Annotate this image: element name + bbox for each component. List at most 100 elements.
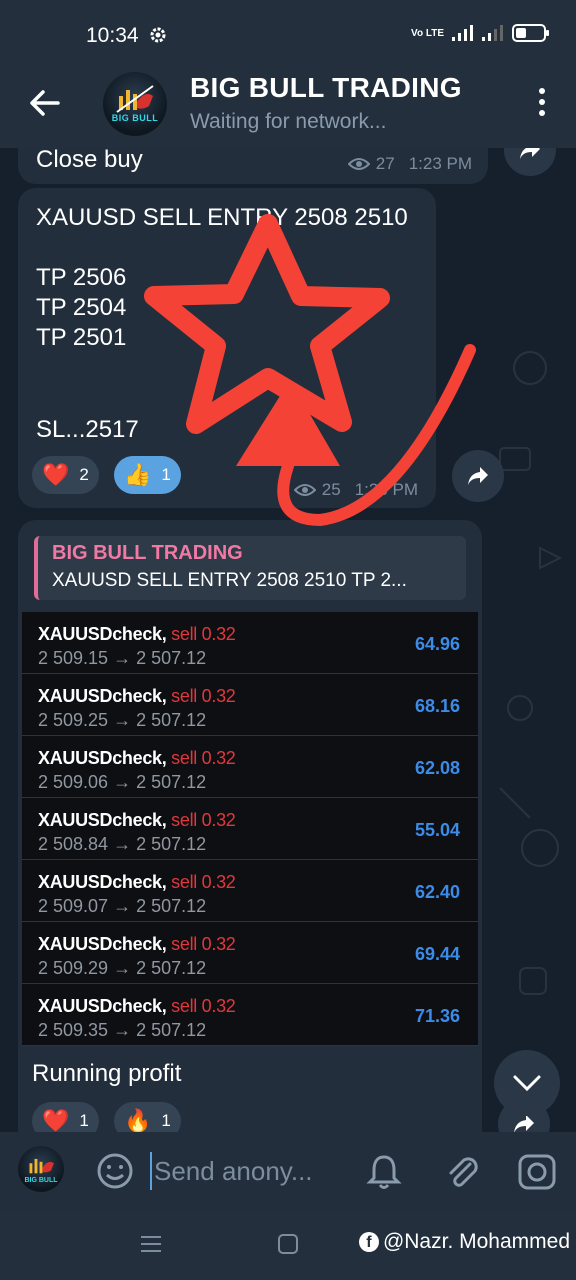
message-input-bar: BIG BULL (0, 1132, 576, 1210)
attach-paperclip-icon[interactable] (442, 1152, 482, 1192)
recent-apps-icon[interactable] (140, 1234, 162, 1254)
signal-sl-line: SL...2517 (36, 416, 139, 443)
reaction-count: 2 (79, 465, 89, 484)
reaction-heart[interactable]: ❤️ 2 (32, 456, 99, 494)
channel-title[interactable]: BIG BULL TRADING (190, 72, 462, 104)
channel-avatar[interactable]: BIG BULL (103, 72, 167, 136)
trade-symbol: XAUUSDcheck, sell 0.32 (38, 810, 236, 831)
trade-profit: 64.96 (414, 634, 460, 654)
back-arrow-icon[interactable] (28, 86, 62, 120)
reply-quote-text: XAUUSD SELL ENTRY 2508 2510 TP 2... (52, 570, 407, 591)
channel-status: Waiting for network... (190, 110, 387, 133)
settings-gear-icon (150, 27, 166, 43)
bell-icon[interactable] (364, 1152, 404, 1192)
message-time: 1:26 PM (354, 480, 418, 499)
watermark-credit: f @Nazr. Mohammed (358, 1230, 570, 1254)
trade-symbol-name: XAUUSDcheck, (38, 934, 167, 954)
share-arrow-icon (468, 467, 488, 485)
bull-logo-icon (29, 1158, 54, 1174)
fire-emoji-icon: 🔥 (124, 1108, 152, 1132)
trade-prices: 2 509.07 → 2 507.12 (38, 896, 207, 916)
bull-logo-icon (116, 85, 154, 113)
camera-icon[interactable] (516, 1152, 558, 1192)
trade-screenshot[interactable]: XAUUSDcheck, sell 0.32 2 509.15 → 2 507.1… (22, 612, 478, 1046)
trade-prices: 2 509.29 → 2 507.12 (38, 958, 207, 978)
trade-side: sell 0.32 (171, 934, 236, 954)
credit-text: @Nazr. Mohammed (382, 1230, 570, 1253)
trade-side: sell 0.32 (171, 872, 236, 892)
message-meta: 25 1:26 PM (293, 480, 418, 500)
message-time: 1:23 PM (408, 154, 472, 173)
trade-prices: 2 509.35 → 2 507.12 (38, 1020, 207, 1040)
message-bubble-signal[interactable]: XAUUSD SELL ENTRY 2508 2510 TP 2506 TP 2… (18, 188, 436, 508)
message-input[interactable] (150, 1152, 350, 1190)
reply-quote[interactable]: BIG BULL TRADING XAUUSD SELL ENTRY 2508 … (34, 536, 466, 600)
send-as-avatar[interactable]: BIG BULL (18, 1146, 64, 1192)
trade-profit: 62.08 (414, 758, 460, 778)
trade-row: XAUUSDcheck, sell 0.32 2 509.35 → 2 507.1… (22, 984, 478, 1046)
scroll-down-button[interactable] (494, 1050, 560, 1116)
signal-icon-2 (482, 25, 503, 41)
reaction-heart[interactable]: ❤️ 1 (32, 1102, 99, 1132)
signal-tp-line: TP 2504 (36, 294, 127, 321)
trade-symbol: XAUUSDcheck, sell 0.32 (38, 686, 236, 707)
system-nav-bar: f @Nazr. Mohammed (0, 1210, 576, 1280)
trade-row: XAUUSDcheck, sell 0.32 2 509.07 → 2 507.1… (22, 860, 478, 922)
heart-emoji-icon: ❤️ (42, 1108, 70, 1132)
trade-symbol-name: XAUUSDcheck, (38, 810, 167, 830)
trade-symbol: XAUUSDcheck, sell 0.32 (38, 996, 236, 1017)
trade-row: XAUUSDcheck, sell 0.32 2 509.06 → 2 507.1… (22, 736, 478, 798)
trade-row: XAUUSDcheck, sell 0.32 2 509.15 → 2 507.1… (22, 612, 478, 674)
trade-profit: 68.16 (414, 696, 460, 716)
trade-row: XAUUSDcheck, sell 0.32 2 509.29 → 2 507.1… (22, 922, 478, 984)
heart-emoji-icon: ❤️ (42, 462, 70, 487)
emoji-icon[interactable] (96, 1152, 134, 1190)
signal-tp-line: TP 2501 (36, 324, 127, 351)
reaction-count: 1 (161, 465, 171, 484)
views-eye-icon (293, 484, 316, 496)
trade-symbol-name: XAUUSDcheck, (38, 996, 167, 1016)
chevron-down-icon (513, 1075, 541, 1092)
message-text: Close buy (36, 148, 143, 173)
avatar-label: BIG BULL (24, 1177, 58, 1184)
trade-side: sell 0.32 (171, 686, 236, 706)
status-time: 10:34 (86, 24, 139, 47)
trade-symbol: XAUUSDcheck, sell 0.32 (38, 872, 236, 893)
trade-prices: 2 509.06 → 2 507.12 (38, 772, 207, 792)
trade-prices: 2 509.15 → 2 507.12 (38, 648, 207, 668)
signal-icon (452, 25, 473, 41)
reaction-fire[interactable]: 🔥 1 (114, 1102, 181, 1132)
facebook-icon: f (358, 1232, 379, 1252)
trade-symbol: XAUUSDcheck, sell 0.32 (38, 934, 236, 955)
views-eye-icon (347, 158, 370, 170)
trade-row: XAUUSDcheck, sell 0.32 2 508.84 → 2 507.1… (22, 798, 478, 860)
battery-icon (512, 24, 549, 42)
views-count: 27 (375, 154, 395, 173)
share-arrow-icon (520, 148, 540, 159)
views-count: 25 (321, 480, 341, 499)
message-bubble-profit[interactable]: BIG BULL TRADING XAUUSD SELL ENTRY 2508 … (18, 520, 482, 1132)
message-caption: Running profit (32, 1060, 182, 1087)
home-button[interactable] (278, 1234, 298, 1254)
trade-symbol: XAUUSDcheck, sell 0.32 (38, 748, 236, 769)
trade-side: sell 0.32 (171, 810, 236, 830)
message-list[interactable]: Close buy 27 1:23 PM XAUUSD SELL ENTRY 2… (0, 148, 576, 1132)
signal-tp-line: TP 2506 (36, 264, 127, 291)
reaction-thumbs-up[interactable]: 👍 1 (114, 456, 181, 494)
trade-symbol-name: XAUUSDcheck, (38, 624, 167, 644)
volte-indicator: Vo LTE (411, 27, 444, 39)
message-bubble-close-buy[interactable]: Close buy 27 1:23 PM (18, 148, 488, 184)
trade-side: sell 0.32 (171, 996, 236, 1016)
trade-profit: 69.44 (414, 944, 460, 964)
reply-quote-title: BIG BULL TRADING (52, 542, 243, 564)
more-options-icon[interactable] (538, 88, 546, 118)
status-icons: Vo LTE (411, 24, 549, 42)
thumbs-up-emoji-icon: 👍 (124, 462, 152, 487)
trade-side: sell 0.32 (171, 748, 236, 768)
avatar-label: BIG BULL (111, 113, 159, 123)
forward-button[interactable] (452, 450, 504, 502)
trade-profit: 71.36 (414, 1006, 460, 1026)
trade-prices: 2 508.84 → 2 507.12 (38, 834, 207, 854)
trade-symbol-name: XAUUSDcheck, (38, 686, 167, 706)
reaction-count: 1 (79, 1111, 89, 1130)
